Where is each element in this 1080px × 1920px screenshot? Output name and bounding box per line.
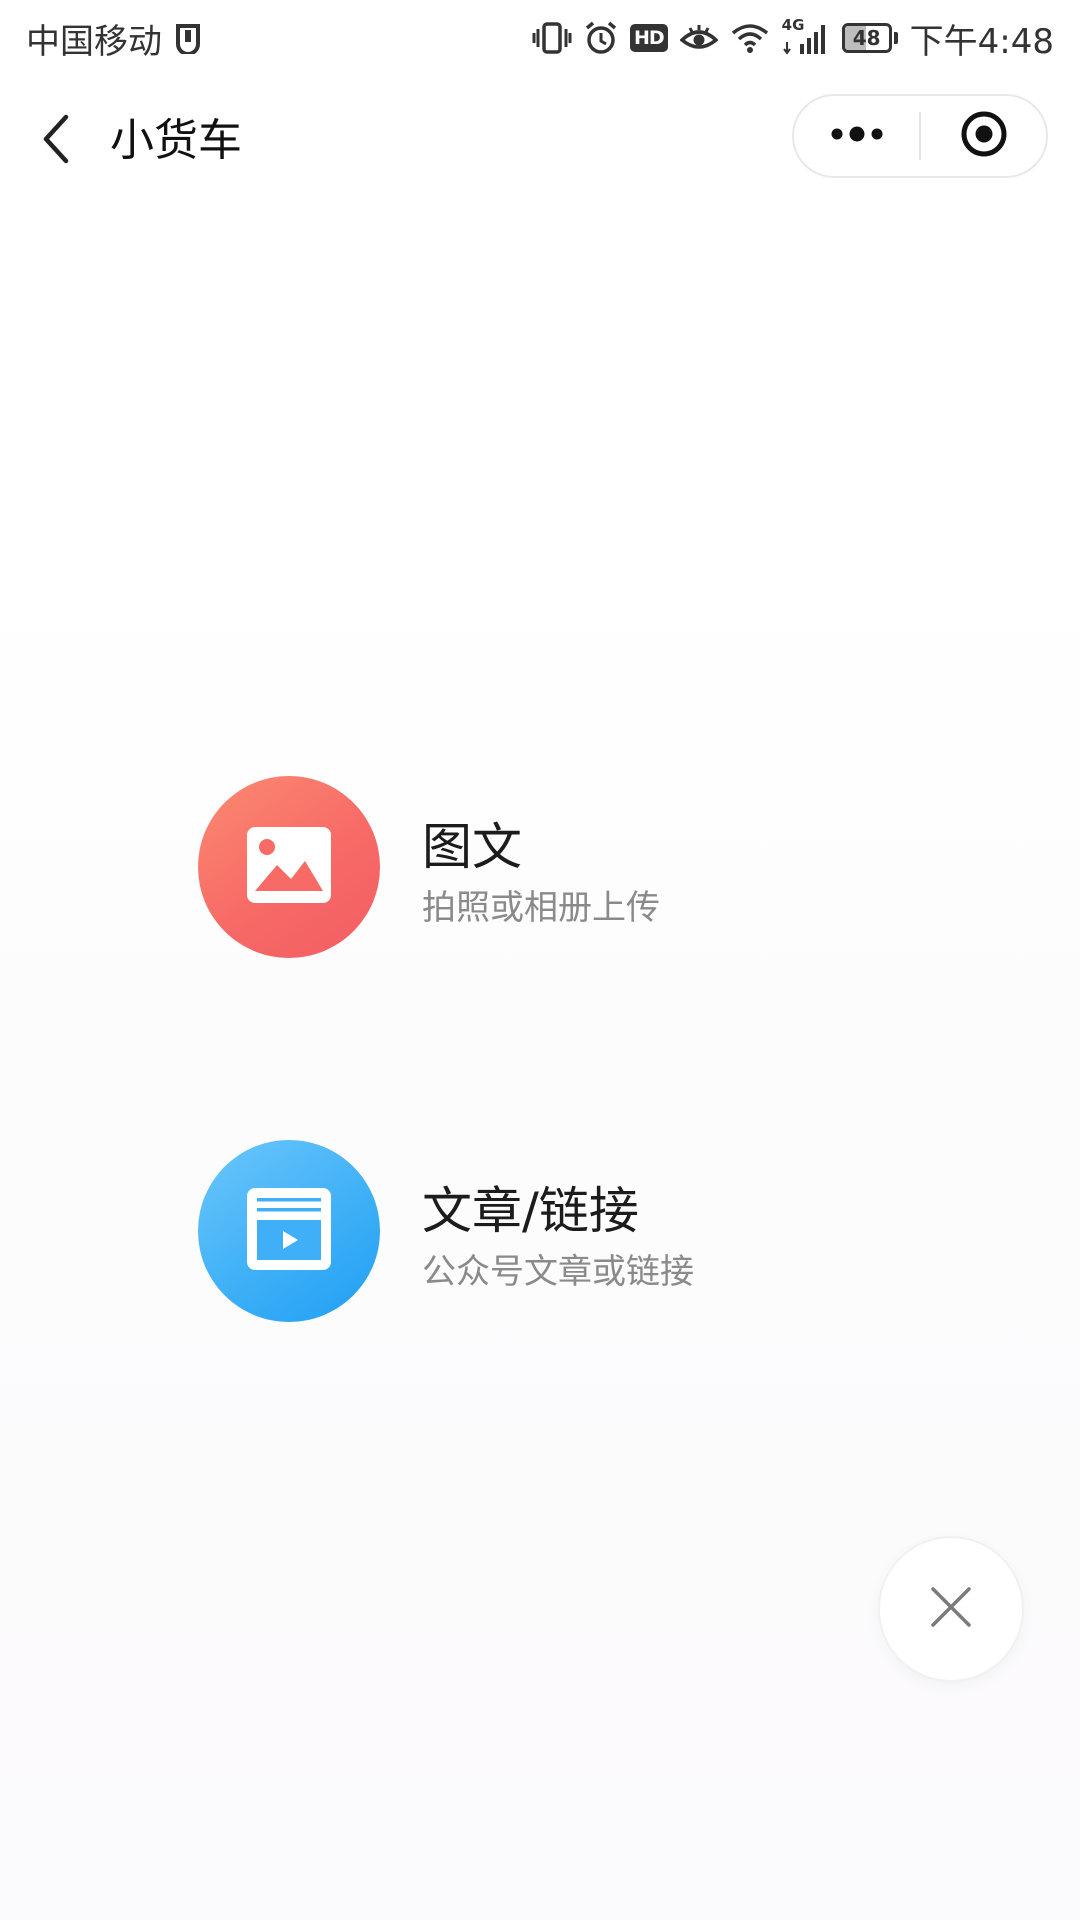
option-image-text-subtitle: 拍照或相册上传 [422, 888, 660, 928]
more-dots-icon [829, 126, 885, 146]
option-article-link-title: 文章/链接 [422, 1182, 639, 1240]
target-circle-icon [959, 109, 1009, 163]
option-image-text[interactable]: 图文 拍照或相册上传 [198, 776, 898, 966]
sim-status-icon [174, 22, 202, 54]
battery-tip [893, 32, 898, 44]
nav-bar: 小货车 [0, 76, 1080, 206]
carrier-label: 中国移动 [26, 21, 162, 62]
eye-comfort-icon [679, 22, 718, 54]
chevron-left-icon [40, 113, 74, 169]
page-title: 小货车 [110, 115, 242, 166]
battery-level-label: 48 [852, 26, 881, 50]
battery-body: 48 [841, 23, 892, 53]
alarm-icon [584, 20, 618, 56]
hd-icon: HD [629, 24, 668, 52]
option-article-link-subtitle: 公众号文章或链接 [422, 1252, 694, 1292]
status-right: HD 4G 48 下午4:48 [532, 14, 1054, 62]
more-button[interactable] [794, 96, 919, 176]
image-icon [245, 825, 333, 909]
vibrate-icon [532, 20, 572, 56]
status-bar: 中国移动 HD 4G 48 下午4:48 [0, 0, 1080, 76]
back-button[interactable] [22, 102, 92, 180]
page: 中国移动 HD 4G 48 下午4:48 小货车 图文 拍照或相册上传 文章/链… [0, 0, 1080, 1920]
exit-mini-program-button[interactable] [921, 96, 1046, 176]
close-icon [929, 1585, 973, 1633]
mini-program-capsule [792, 94, 1048, 178]
option-image-text-title: 图文 [422, 818, 522, 876]
wifi-icon [730, 21, 770, 55]
video-article-icon [245, 1186, 333, 1276]
option-article-link-badge [198, 1140, 380, 1322]
option-article-link[interactable]: 文章/链接 公众号文章或链接 [198, 1140, 898, 1330]
time-label: 下午4:48 [909, 21, 1054, 62]
close-button[interactable] [880, 1538, 1022, 1680]
option-image-text-badge [198, 776, 380, 958]
status-left: 中国移动 [26, 14, 202, 62]
battery-icon: 48 [841, 23, 898, 53]
signal-icon: 4G [782, 16, 830, 56]
